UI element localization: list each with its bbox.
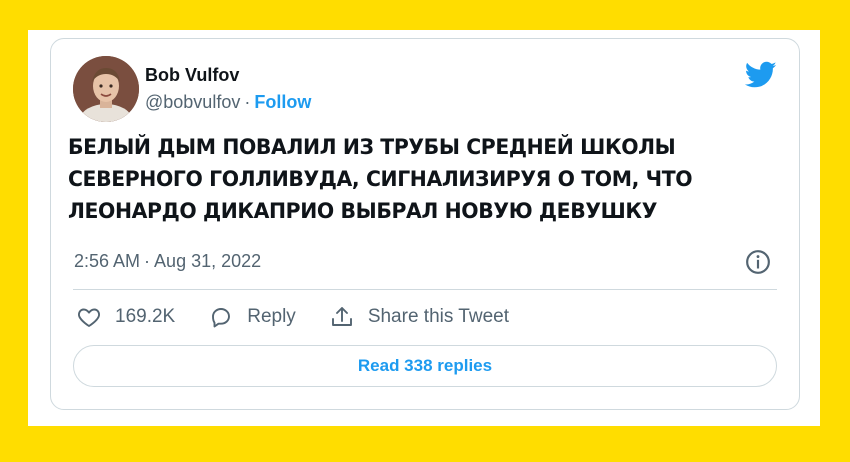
tweet-timestamp[interactable]: 2:56 AM · Aug 31, 2022 <box>74 251 261 272</box>
reply-label: Reply <box>247 306 296 327</box>
tweet-card: Bob Vulfov @bobvulfov · Follow БЕЛЫЙ ДЫМ П… <box>50 38 800 410</box>
avatar-portrait-icon <box>73 56 139 122</box>
tweet-time: 2:56 AM <box>74 251 141 271</box>
tweet-date: Aug 31, 2022 <box>154 251 262 271</box>
tweet-line: СЕВЕРНОГО ГОЛЛИВУДА, СИГНАЛИЗИРУЯ О ТОМ,… <box>68 167 693 191</box>
author-handle[interactable]: @bobvulfov <box>145 92 240 112</box>
handle-separator: · <box>244 92 251 112</box>
share-label: Share this Tweet <box>367 306 509 327</box>
timestamp-separator: · <box>144 251 151 271</box>
tweet-line: БЕЛЫЙ ДЫМ ПОВАЛИЛ ИЗ ТРУБЫ СРЕДНЕЙ ШКОЛЫ <box>68 135 676 159</box>
tweet-line: ЛЕОНАРДО ДИКАПРИО ВЫБРАЛ НОВУЮ ДЕВУШКУ <box>68 199 658 223</box>
tweet-text: БЕЛЫЙ ДЫМ ПОВАЛИЛ ИЗ ТРУБЫ СРЕДНЕЙ ШКОЛЫ… <box>68 131 766 227</box>
twitter-bird-icon[interactable] <box>745 61 777 89</box>
reply-button[interactable]: Reply <box>209 305 296 329</box>
heart-icon <box>78 308 100 327</box>
like-button[interactable]: 169.2K <box>77 305 175 329</box>
divider <box>73 289 777 290</box>
share-icon <box>331 307 352 326</box>
read-replies-button[interactable]: Read 338 replies <box>73 345 777 387</box>
tweet-actions: 169.2K Reply Share this Tweet <box>77 303 543 331</box>
share-button[interactable]: Share this Tweet <box>330 305 509 329</box>
avatar[interactable] <box>73 56 139 122</box>
info-icon[interactable] <box>745 249 771 275</box>
author-handle-row: @bobvulfov · Follow <box>145 92 311 113</box>
like-count: 169.2K <box>115 306 176 327</box>
speech-bubble-icon <box>212 308 231 328</box>
follow-button[interactable]: Follow <box>254 92 311 112</box>
author-name[interactable]: Bob Vulfov <box>145 65 239 86</box>
